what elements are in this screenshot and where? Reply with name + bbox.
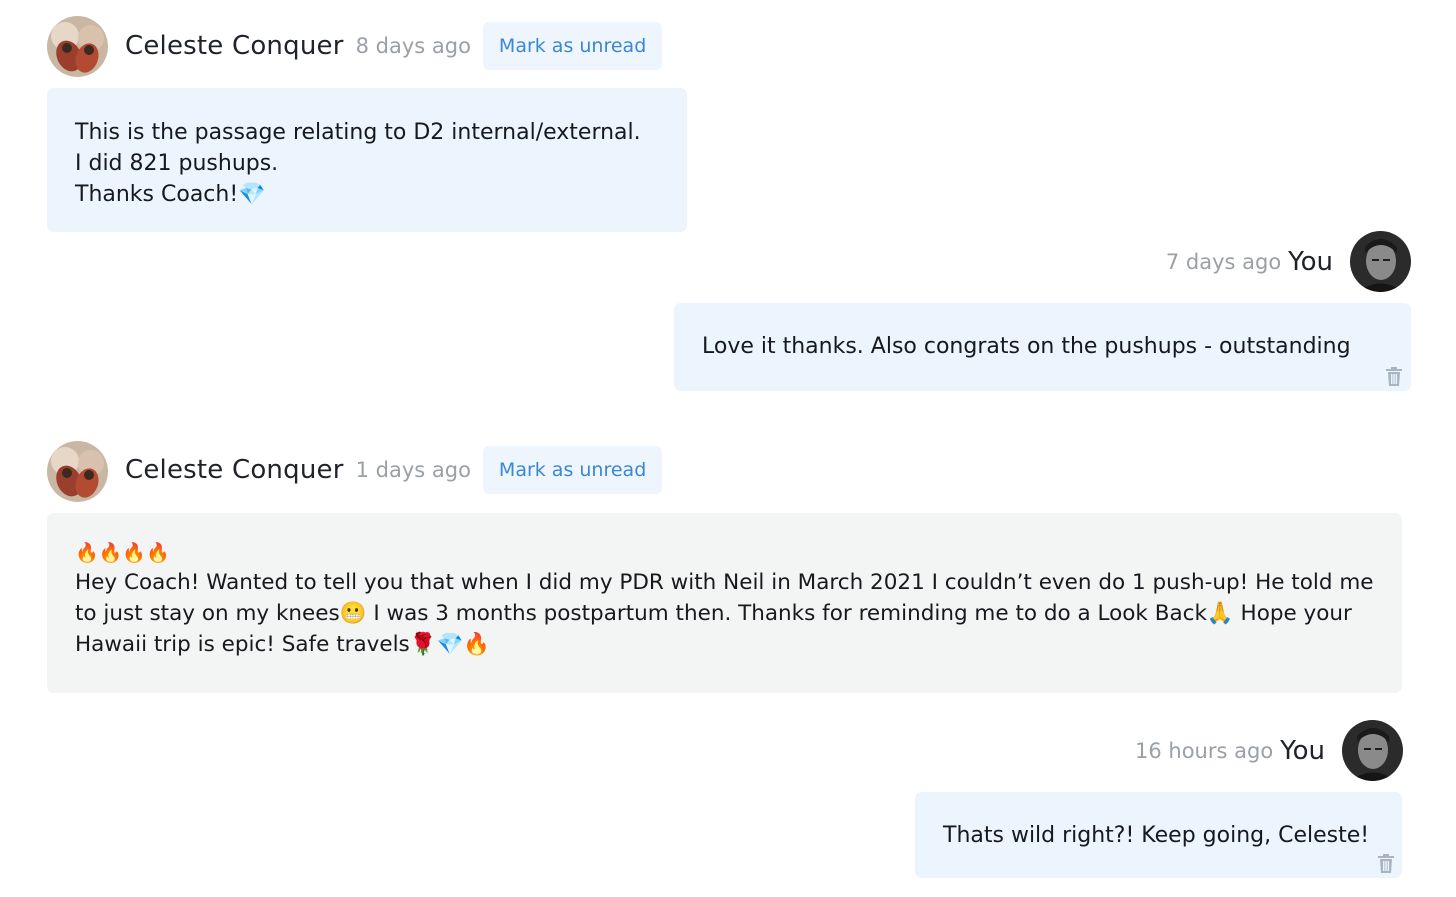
gem-emoji: 💎 bbox=[238, 182, 266, 207]
coach-avatar bbox=[1342, 720, 1403, 781]
mark-as-unread-button[interactable]: Mark as unread bbox=[482, 446, 663, 494]
trailing-emojis: 🌹💎🔥 bbox=[409, 632, 491, 657]
message-header: 16 hours ago You bbox=[1135, 727, 1325, 775]
delete-icon[interactable] bbox=[1385, 367, 1403, 387]
coach-avatar bbox=[1350, 231, 1411, 292]
message-line-text: Thanks Coach! bbox=[75, 182, 239, 207]
message-bubble: Love it thanks. Also congrats on the pus… bbox=[674, 303, 1411, 391]
message-text: Love it thanks. Also congrats on the pus… bbox=[702, 334, 1351, 359]
message-text: Hey Coach! Wanted to tell you that when … bbox=[75, 567, 1374, 660]
message-bubble: This is the passage relating to D2 inter… bbox=[47, 88, 687, 232]
celeste-avatar bbox=[47, 16, 108, 77]
message-text: Thats wild right?! Keep going, Celeste! bbox=[943, 823, 1370, 848]
message-timestamp: 8 days ago bbox=[355, 34, 471, 58]
message-line: This is the passage relating to D2 inter… bbox=[75, 120, 641, 145]
sender-name: You bbox=[1280, 736, 1325, 766]
mark-as-unread-button[interactable]: Mark as unread bbox=[482, 22, 663, 70]
message-line: Thanks Coach!💎 bbox=[75, 179, 687, 210]
message-timestamp: 1 days ago bbox=[355, 458, 471, 482]
sender-name: Celeste Conquer bbox=[125, 455, 344, 485]
message-timestamp: 7 days ago bbox=[1165, 250, 1282, 274]
message-text-part: I was 3 months postpartum then. Thanks f… bbox=[366, 601, 1207, 626]
grimace-emoji: 😬 bbox=[339, 601, 367, 626]
celeste-avatar bbox=[47, 441, 108, 502]
message-timestamp: 16 hours ago bbox=[1135, 739, 1274, 763]
pray-emoji: 🙏 bbox=[1206, 601, 1234, 626]
sender-name: Celeste Conquer bbox=[125, 31, 344, 61]
message-bubble: 🔥🔥🔥🔥 Hey Coach! Wanted to tell you that … bbox=[47, 513, 1402, 693]
sender-name: You bbox=[1288, 247, 1333, 277]
message-header: Celeste Conquer 1 days ago Mark as unrea… bbox=[125, 446, 663, 494]
message-line: I did 821 pushups. bbox=[75, 151, 279, 176]
message-header: 7 days ago You bbox=[1166, 238, 1333, 286]
delete-icon[interactable] bbox=[1377, 854, 1395, 874]
message-header: Celeste Conquer 8 days ago Mark as unrea… bbox=[125, 22, 663, 70]
message-bubble: Thats wild right?! Keep going, Celeste! bbox=[915, 792, 1402, 878]
fire-emoji-line: 🔥🔥🔥🔥 bbox=[75, 542, 170, 564]
